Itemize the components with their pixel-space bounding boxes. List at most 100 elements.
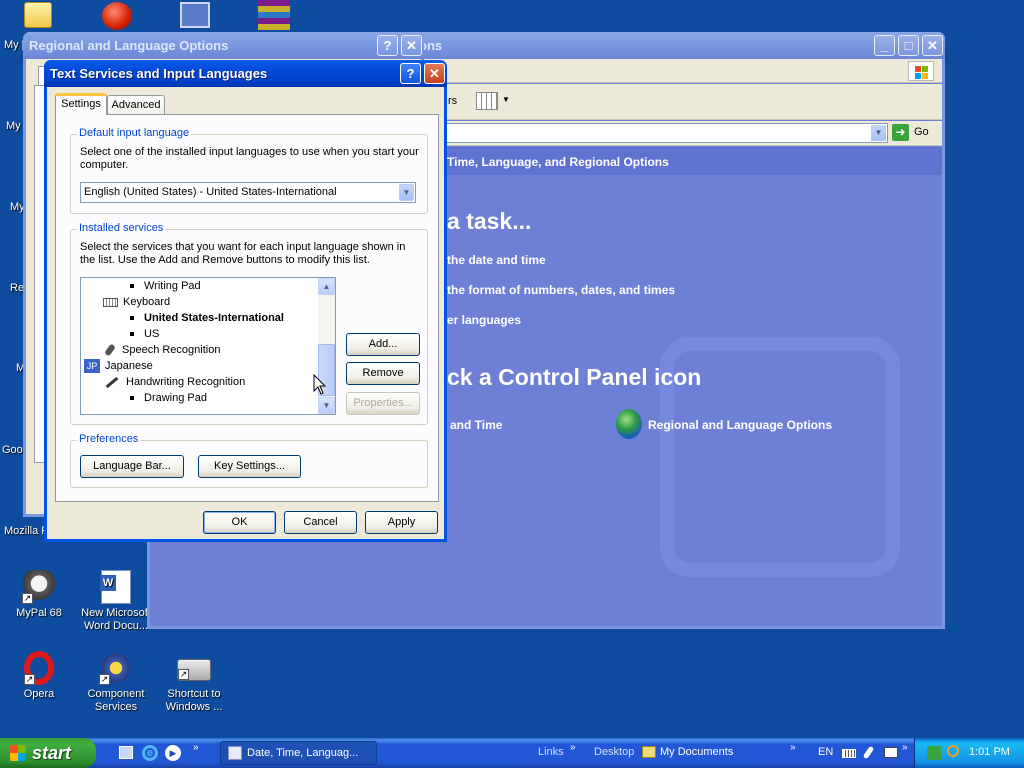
desktop-icon-computer[interactable] — [180, 2, 210, 28]
dialog-title: Text Services and Input Languages — [50, 66, 268, 81]
desktop-icon-label[interactable]: Re — [10, 282, 24, 294]
go-arrow-icon: ➜ — [892, 124, 909, 141]
close-button[interactable]: ✕ — [401, 35, 422, 56]
internet-explorer-icon[interactable]: e — [142, 745, 158, 761]
tab-settings[interactable]: Settings — [55, 93, 107, 115]
bullet-icon — [130, 316, 134, 321]
remove-button[interactable]: Remove — [346, 362, 420, 385]
my-documents-icon[interactable] — [642, 746, 656, 758]
handwriting-icon[interactable] — [884, 747, 898, 758]
search-icon[interactable] — [947, 745, 959, 757]
cancel-button[interactable]: Cancel — [284, 511, 357, 534]
window-title: Regional and Language Options — [29, 38, 229, 53]
apply-button[interactable]: Apply — [365, 511, 438, 534]
scroll-down-button[interactable]: ▼ — [318, 397, 335, 414]
chevron-down-icon[interactable]: ▼ — [871, 125, 886, 141]
desktop-icon-shortcut-windows[interactable]: ↗ Shortcut to Windows ... — [157, 651, 231, 714]
windows-flag-icon — [10, 745, 26, 761]
tree-item[interactable]: Drawing Pad — [130, 391, 207, 405]
chevron-down-icon[interactable]: ▼ — [399, 184, 414, 201]
tray-app-icon[interactable] — [927, 746, 941, 760]
tree-item[interactable]: Handwriting Recognition — [105, 375, 245, 389]
options-chevron-icon[interactable]: » — [902, 742, 908, 753]
microphone-icon[interactable] — [862, 745, 875, 760]
desktop-icon-word-doc[interactable]: W New Microsoft Word Docu... — [79, 570, 153, 633]
control-panel-icon — [228, 746, 242, 760]
desktop-chevron-icon[interactable]: » — [790, 742, 796, 753]
default-language-description: Select one of the installed input langua… — [80, 146, 419, 171]
taskbar-button-label: Date, Time, Languag... — [247, 747, 359, 759]
tab-advanced[interactable]: Advanced — [107, 95, 165, 115]
desktop-icon-label: Component Services — [87, 688, 145, 713]
quick-launch-chevron-icon[interactable]: » — [193, 742, 199, 753]
language-bar-button[interactable]: Language Bar... — [80, 455, 184, 478]
text-services-titlebar[interactable]: Text Services and Input Languages ? ✕ — [44, 60, 447, 87]
globe-icon[interactable] — [616, 409, 642, 439]
tree-item-label: Japanese — [105, 360, 153, 372]
installed-services-tree[interactable]: Writing Pad Keyboard United States-Inter… — [80, 277, 336, 415]
help-button[interactable]: ? — [400, 63, 421, 84]
language-badge-icon: JP — [84, 359, 100, 373]
desktop-icon-label[interactable]: Mozilla F — [4, 525, 48, 537]
tree-item-label: Handwriting Recognition — [126, 376, 246, 388]
desktop-icon-folder-top[interactable] — [24, 2, 52, 28]
task-link[interactable]: the date and time — [447, 253, 546, 267]
maximize-button[interactable]: □ — [898, 35, 919, 56]
tab-label: Settings — [61, 98, 101, 110]
desktop-toolbar-label[interactable]: Desktop — [594, 746, 634, 758]
ok-button[interactable]: OK — [203, 511, 276, 534]
desktop-icon-component-services[interactable]: ↗ Component Services — [79, 651, 153, 714]
desktop-icon-winrar[interactable] — [258, 0, 290, 30]
links-toolbar-label[interactable]: Links — [538, 746, 564, 758]
desktop-icon-label: Opera — [23, 688, 55, 700]
tree-item[interactable]: JP Japanese — [84, 359, 153, 373]
clock[interactable]: 1:01 PM — [969, 746, 1010, 758]
properties-button[interactable]: Properties... — [346, 392, 420, 415]
mouse-cursor-icon — [313, 374, 327, 395]
links-chevron-icon[interactable]: » — [570, 742, 576, 753]
close-button[interactable]: ✕ — [424, 63, 445, 84]
tree-item[interactable]: Writing Pad — [130, 279, 201, 293]
tree-item[interactable]: Speech Recognition — [104, 343, 220, 357]
tree-item-label: United States-International — [144, 312, 284, 324]
desktop-icon-label[interactable]: My [ — [4, 39, 25, 51]
desktop-icon-red-ball[interactable] — [102, 2, 132, 30]
keyboard-icon[interactable] — [842, 749, 856, 758]
desktop-icon-opera[interactable]: ↗ Opera — [2, 651, 76, 701]
go-label: Go — [914, 126, 929, 138]
language-indicator[interactable]: EN — [818, 746, 833, 758]
my-documents-label[interactable]: My Documents — [660, 746, 733, 758]
media-player-icon[interactable]: ▶ — [165, 745, 181, 761]
chevron-down-icon[interactable]: ▼ — [502, 95, 510, 104]
views-icon[interactable] — [476, 92, 498, 110]
close-button[interactable]: ✕ — [922, 35, 943, 56]
toolbar-folders-label[interactable]: rs — [448, 95, 457, 107]
task-link[interactable]: er languages — [447, 313, 521, 327]
regional-options-titlebar[interactable]: Regional and Language Options ? ✕ — [23, 32, 424, 59]
tree-item[interactable]: Keyboard — [103, 295, 170, 309]
add-button[interactable]: Add... — [346, 333, 420, 356]
system-tray: 1:01 PM — [914, 738, 1024, 768]
start-button[interactable]: start — [0, 738, 96, 768]
button-label: Properties... — [353, 397, 413, 409]
scroll-up-button[interactable]: ▲ — [318, 278, 335, 295]
tree-item[interactable]: US — [130, 327, 159, 341]
go-button[interactable]: ➜ Go — [890, 123, 932, 143]
group-title: Default input language — [77, 127, 192, 139]
group-title: Preferences — [77, 433, 141, 445]
default-language-select[interactable]: English (United States) - United States-… — [80, 182, 416, 203]
desktop-icon-label[interactable]: Goo — [2, 444, 23, 456]
help-button[interactable]: ? — [377, 35, 398, 56]
task-link[interactable]: the format of numbers, dates, and times — [447, 283, 675, 297]
desktop-icon-mypal[interactable]: ↗ MyPal 68 — [2, 570, 76, 620]
component-services-icon: ↗ — [99, 651, 133, 685]
minimize-button[interactable]: _ — [874, 35, 895, 56]
control-panel-icon-regional[interactable]: Regional and Language Options — [648, 418, 832, 432]
show-desktop-icon[interactable] — [119, 746, 133, 759]
taskbar-button-control-panel[interactable]: Date, Time, Languag... — [220, 741, 377, 765]
control-panel-icon-date-time[interactable]: and Time — [450, 418, 502, 432]
key-settings-button[interactable]: Key Settings... — [198, 455, 301, 478]
tree-item-selected[interactable]: United States-International — [130, 311, 284, 325]
settings-tab-panel: Default input language Select one of the… — [55, 114, 439, 502]
desktop-icon-label[interactable]: My — [6, 120, 21, 132]
